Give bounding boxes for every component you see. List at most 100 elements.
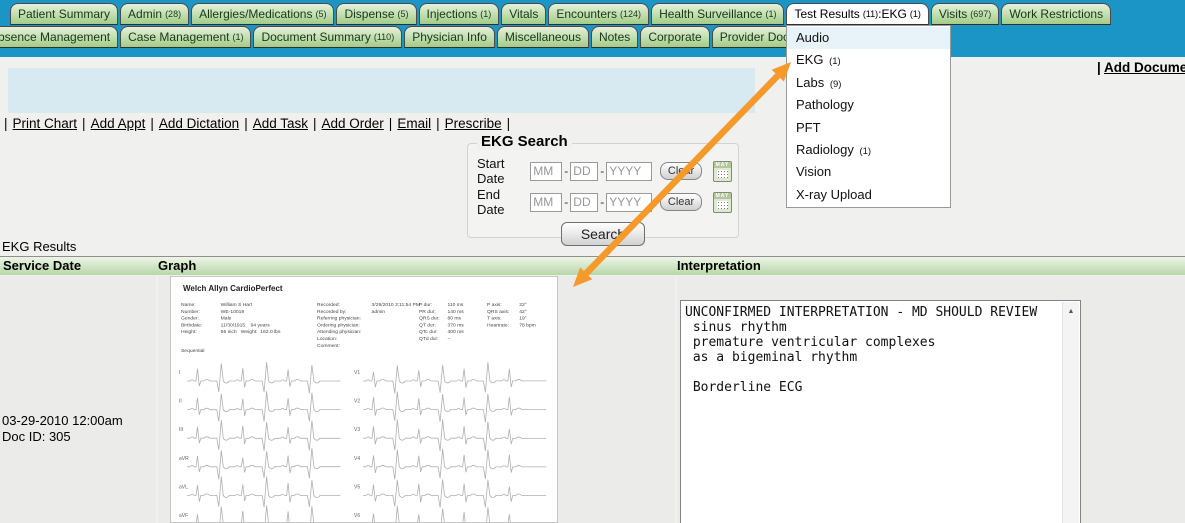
tab-notes[interactable]: Notes bbox=[591, 26, 638, 48]
pipe: | bbox=[244, 116, 248, 131]
column-header-graph: Graph bbox=[158, 257, 196, 275]
pipe: | bbox=[4, 116, 8, 131]
report-title: Welch Allyn CardioPerfect bbox=[183, 284, 283, 293]
service-date-text: 03-29-2010 12:00am Doc ID: 305 bbox=[2, 413, 123, 445]
interpretation-textarea[interactable]: UNCONFIRMED INTERPRETATION - MD SHOULD R… bbox=[680, 300, 1081, 523]
end-year-input[interactable] bbox=[606, 193, 652, 212]
tab-dispense[interactable]: Dispense(5) bbox=[336, 3, 416, 25]
tab-encounters[interactable]: Encounters(124) bbox=[548, 3, 649, 25]
patient-info-block: Name:William S HartNumber:WE-10019Gender… bbox=[181, 301, 305, 335]
end-date-row: End Date - - Clear MAY bbox=[477, 191, 732, 213]
tab-admin[interactable]: Admin(28) bbox=[120, 3, 189, 25]
dropdown-item-pft[interactable]: PFT bbox=[787, 117, 950, 139]
tab-miscellaneous[interactable]: Miscellaneous bbox=[497, 26, 589, 48]
tab-vitals[interactable]: Vitals bbox=[501, 3, 546, 25]
tab-physician-info[interactable]: Physician Info bbox=[404, 26, 495, 48]
svg-text:aVL: aVL bbox=[179, 484, 188, 490]
service-date-value: 03-29-2010 12:00am bbox=[2, 413, 123, 429]
tab-case-management[interactable]: Case Management(1) bbox=[120, 26, 251, 48]
add-document-link[interactable]: Add Document bbox=[1104, 60, 1185, 75]
print-chart-link[interactable]: Print Chart bbox=[13, 116, 78, 131]
svg-text:aVF: aVF bbox=[179, 513, 188, 519]
date-separator: - bbox=[564, 164, 568, 178]
dropdown-item-x-ray-upload[interactable]: X-ray Upload bbox=[787, 184, 950, 206]
measurements-block-2: P axis:22°QRS axis:42°T axis:19°Heartrat… bbox=[487, 301, 555, 328]
tab-document-summary[interactable]: Document Summary(110) bbox=[253, 26, 402, 48]
tab-row-2: Absence ManagementCase Management(1)Docu… bbox=[0, 25, 1185, 48]
ekg-search-legend: EKG Search bbox=[477, 133, 572, 150]
add-order-link[interactable]: Add Order bbox=[322, 116, 384, 131]
tab-injections[interactable]: Injections(1) bbox=[419, 3, 500, 25]
tab-health-surveillance[interactable]: Health Surveillance(1) bbox=[651, 3, 784, 25]
start-date-row: Start Date - - Clear MAY bbox=[477, 160, 732, 182]
add-document-link-wrap: | Add Document bbox=[1097, 60, 1185, 75]
search-button[interactable]: Search bbox=[561, 222, 645, 246]
patient-banner bbox=[8, 68, 755, 113]
svg-text:II: II bbox=[179, 399, 182, 405]
pipe: | bbox=[82, 116, 86, 131]
calendar-month-label: MAY bbox=[714, 162, 731, 168]
add-appt-link[interactable]: Add Appt bbox=[91, 116, 146, 131]
dropdown-item-audio[interactable]: Audio bbox=[787, 27, 950, 49]
tab-patient-summary[interactable]: Patient Summary bbox=[10, 3, 118, 25]
column-header-interpretation: Interpretation bbox=[677, 257, 761, 275]
ekg-waveforms: IV1IIV2IIIV3aVRV4aVLV5aVFV6 bbox=[173, 361, 557, 523]
end-day-input[interactable] bbox=[570, 193, 598, 212]
sequential-label: Sequential bbox=[181, 347, 204, 354]
tab-work-restrictions[interactable]: Work Restrictions bbox=[1001, 3, 1111, 25]
pipe: | bbox=[1097, 60, 1104, 75]
tab-bar: Patient SummaryAdmin(28)Allergies/Medica… bbox=[0, 0, 1185, 57]
ekg-graph-thumbnail[interactable]: Welch Allyn CardioPerfect Name:William S… bbox=[170, 276, 558, 523]
measurements-block-1: P dur:110 msPR dur:140 msQRS dur:80 msQT… bbox=[419, 301, 487, 342]
end-month-input[interactable] bbox=[530, 193, 562, 212]
date-separator: - bbox=[564, 195, 568, 209]
add-dictation-link[interactable]: Add Dictation bbox=[159, 116, 239, 131]
tab-test-results[interactable]: Test Results(11):EKG(1) bbox=[786, 3, 928, 25]
calendar-grid bbox=[717, 201, 728, 209]
svg-text:V4: V4 bbox=[354, 456, 360, 462]
tab-corporate[interactable]: Corporate bbox=[640, 26, 709, 48]
scrollbar[interactable]: ▲ bbox=[1062, 302, 1079, 523]
svg-text:III: III bbox=[179, 427, 183, 433]
date-separator: - bbox=[600, 164, 604, 178]
start-day-input[interactable] bbox=[570, 162, 598, 181]
column-header-service-date: Service Date bbox=[3, 257, 81, 275]
email-link[interactable]: Email bbox=[397, 116, 431, 131]
svg-text:aVR: aVR bbox=[179, 456, 189, 462]
tab-absence-management[interactable]: Absence Management bbox=[0, 26, 118, 48]
interpretation-text: UNCONFIRMED INTERPRETATION - MD SHOULD R… bbox=[681, 301, 1080, 399]
start-date-calendar-icon[interactable]: MAY bbox=[713, 161, 732, 182]
add-task-link[interactable]: Add Task bbox=[253, 116, 308, 131]
svg-text:I: I bbox=[179, 370, 180, 376]
results-table-header: Service Date Graph Interpretation bbox=[0, 256, 1185, 275]
prescribe-link[interactable]: Prescribe bbox=[445, 116, 502, 131]
dropdown-item-labs[interactable]: Labs (9) bbox=[787, 72, 950, 94]
dropdown-item-radiology[interactable]: Radiology (1) bbox=[787, 139, 950, 161]
tab-allergies-medications[interactable]: Allergies/Medications(5) bbox=[191, 3, 334, 25]
pipe: | bbox=[150, 116, 154, 131]
end-date-clear-button[interactable]: Clear bbox=[660, 193, 702, 211]
ekg-results-page: Patient SummaryAdmin(28)Allergies/Medica… bbox=[0, 0, 1185, 523]
pipe: | bbox=[389, 116, 393, 131]
doc-id-value: Doc ID: 305 bbox=[2, 429, 123, 445]
pipe: | bbox=[507, 116, 511, 131]
dropdown-item-vision[interactable]: Vision bbox=[787, 161, 950, 183]
calendar-grid bbox=[717, 170, 728, 178]
end-date-calendar-icon[interactable]: MAY bbox=[713, 192, 732, 213]
svg-text:V1: V1 bbox=[354, 370, 360, 376]
service-date-cell bbox=[0, 276, 156, 523]
tab-visits[interactable]: Visits(697) bbox=[931, 3, 999, 25]
start-month-input[interactable] bbox=[530, 162, 562, 181]
date-separator: - bbox=[600, 195, 604, 209]
calendar-month-label: MAY bbox=[714, 193, 731, 199]
search-button-row: Search bbox=[468, 222, 738, 246]
dropdown-item-ekg[interactable]: EKG (1) bbox=[787, 49, 950, 71]
svg-text:V2: V2 bbox=[354, 399, 360, 405]
scroll-up-icon: ▲ bbox=[1063, 308, 1079, 315]
test-results-dropdown: AudioEKG (1)Labs (9)PathologyPFTRadiolog… bbox=[786, 25, 951, 208]
start-year-input[interactable] bbox=[606, 162, 652, 181]
dropdown-item-pathology[interactable]: Pathology bbox=[787, 94, 950, 116]
end-date-label: End Date bbox=[477, 187, 530, 217]
start-date-clear-button[interactable]: Clear bbox=[660, 162, 702, 180]
action-links: | Print Chart | Add Appt | Add Dictation | Add … bbox=[2, 116, 512, 131]
